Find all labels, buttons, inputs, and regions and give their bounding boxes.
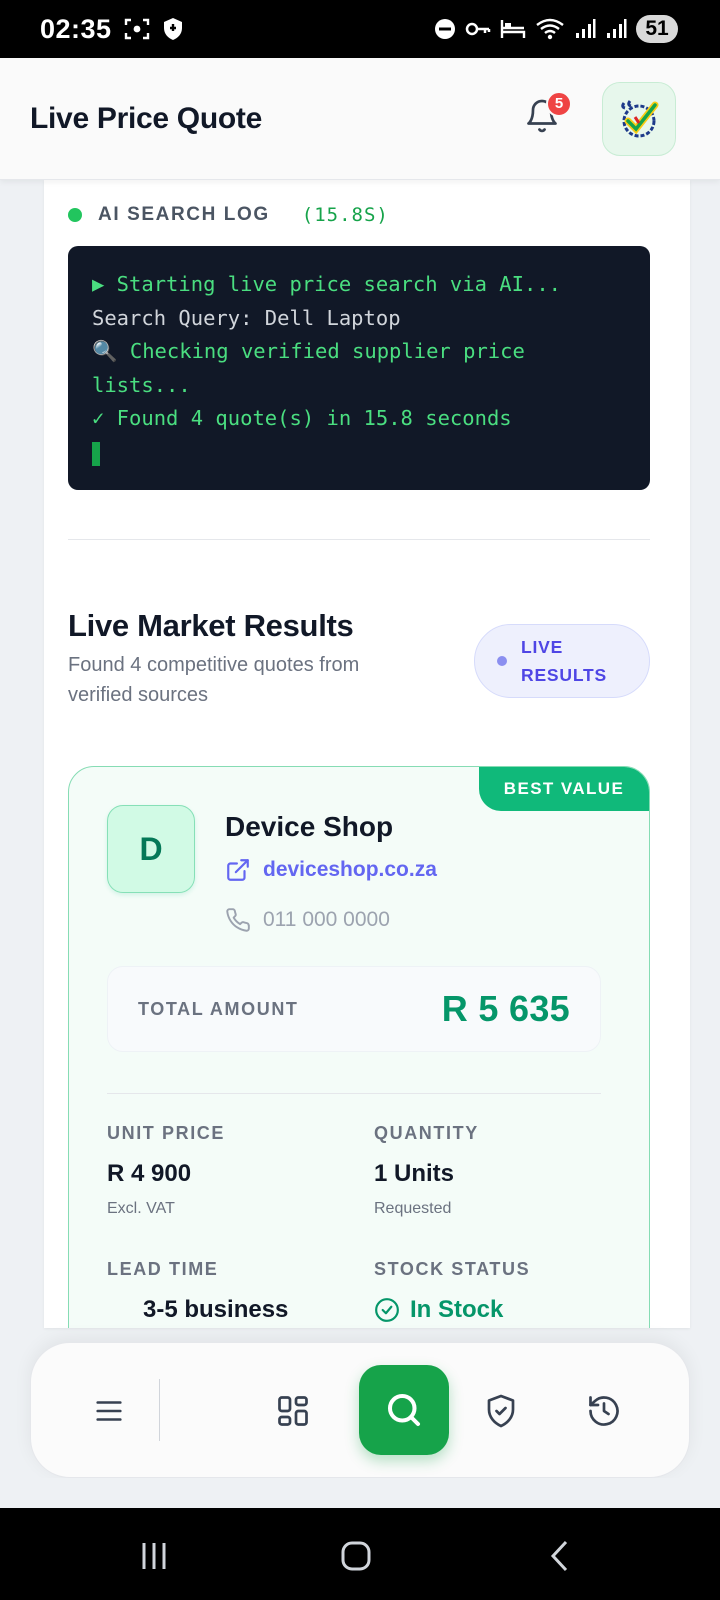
- status-dot: [68, 208, 82, 222]
- nav-dashboard[interactable]: [265, 1383, 321, 1439]
- supplier-phone-link[interactable]: 011 000 0000: [225, 907, 390, 933]
- quantity-note: Requested: [374, 1200, 452, 1217]
- recent-apps-icon: [142, 1543, 166, 1569]
- log-line: Search Query: Dell Laptop: [92, 305, 401, 330]
- divider: [107, 1093, 601, 1094]
- shield-check-icon: [487, 1394, 515, 1428]
- app-logo[interactable]: [602, 81, 676, 156]
- supplier-website: deviceshop.co.za: [263, 858, 437, 881]
- back-button[interactable]: [540, 1536, 580, 1576]
- quantity-value: 1 Units: [374, 1160, 455, 1187]
- live-results-badge: LIVE RESULTS: [474, 624, 650, 698]
- stock-status-label: STOCK STATUS: [374, 1259, 531, 1279]
- quantity-stat: QUANTITY 1 Units Requested: [374, 1123, 479, 1218]
- search-log-header: AI SEARCH LOG (15.8S): [68, 204, 389, 226]
- signal-icon-2: [605, 18, 627, 40]
- nav-history[interactable]: [576, 1383, 632, 1439]
- total-amount-label: TOTAL AMOUNT: [138, 998, 299, 1019]
- signal-icon: [574, 18, 596, 40]
- supplier-name: Device Shop: [225, 811, 394, 842]
- search-icon: [387, 1393, 421, 1427]
- quote-card[interactable]: BEST VALUE D Device Shop deviceshop.co.z…: [68, 766, 650, 1328]
- search-log-terminal: ▶ Starting live price search via AI... S…: [68, 246, 650, 490]
- best-value-badge: BEST VALUE: [479, 767, 649, 811]
- recent-apps-button[interactable]: [134, 1536, 174, 1576]
- status-time: 02:35: [40, 13, 112, 44]
- supplier-phone: 011 000 0000: [263, 908, 390, 931]
- history-icon: [589, 1396, 619, 1426]
- nav-search-button[interactable]: [359, 1365, 449, 1455]
- back-icon: [550, 1540, 568, 1572]
- lead-time-label: LEAD TIME: [107, 1259, 219, 1279]
- results-title: Live Market Results: [68, 608, 354, 643]
- supplier-website-link[interactable]: deviceshop.co.za: [225, 857, 437, 883]
- status-bar: 02:35 51: [0, 0, 720, 58]
- live-dot: [497, 656, 507, 666]
- stock-status-stat: STOCK STATUS In Stock: [374, 1259, 530, 1324]
- search-log-elapsed: (15.8S): [301, 204, 389, 226]
- log-line: ✓ Found 4 quote(s) in 15.8 seconds: [92, 406, 512, 430]
- bottom-nav: [30, 1342, 690, 1478]
- log-line: 🔍 Checking verified supplier price lists…: [92, 339, 538, 397]
- key-icon: [465, 19, 491, 39]
- divider: [68, 539, 650, 540]
- hamburger-menu-icon: [96, 1401, 122, 1421]
- nav-verification[interactable]: [473, 1383, 529, 1439]
- total-amount-box: TOTAL AMOUNT R 5 635: [107, 966, 601, 1052]
- results-subtitle: Found 4 competitive quotes from verified…: [68, 654, 360, 706]
- total-amount-value: R 5 635: [441, 988, 570, 1029]
- nav-separator: [159, 1379, 160, 1441]
- home-icon: [341, 1541, 371, 1571]
- unit-price-note: Excl. VAT: [107, 1200, 175, 1217]
- stock-status-value: In Stock: [410, 1296, 504, 1323]
- system-navigation-bar: [0, 1508, 720, 1600]
- external-link-icon: [227, 859, 249, 881]
- bed-icon: [500, 18, 526, 40]
- search-log-title: AI SEARCH LOG: [98, 204, 270, 225]
- terminal-cursor: [92, 441, 100, 466]
- phone-icon: [226, 908, 250, 932]
- content-card: AI SEARCH LOG (15.8S) ▶ Starting live pr…: [44, 180, 690, 1328]
- screenshot-icon: [124, 17, 150, 41]
- page-title: Live Price Quote: [30, 101, 262, 135]
- live-results-label: LIVE RESULTS: [521, 637, 607, 685]
- wifi-icon: [535, 17, 565, 41]
- unit-price-stat: UNIT PRICE R 4 900 Excl. VAT: [107, 1123, 225, 1218]
- home-button[interactable]: [336, 1536, 376, 1576]
- unit-price-value: R 4 900: [107, 1160, 192, 1187]
- unit-price-label: UNIT PRICE: [107, 1123, 226, 1143]
- notification-badge: 5: [546, 90, 572, 117]
- lead-time-stat: LEAD TIME 3-5 business: [107, 1259, 288, 1324]
- grid-icon: [278, 1396, 308, 1426]
- vpn-shield-icon: [162, 17, 184, 41]
- check-circle-icon: [375, 1298, 399, 1322]
- lead-time-value: 3-5 business: [143, 1296, 289, 1323]
- supplier-avatar: D: [107, 805, 195, 893]
- app-header: Live Price Quote 5: [0, 58, 720, 180]
- menu-button[interactable]: [81, 1383, 137, 1439]
- log-line: ▶ Starting live price search via AI...: [92, 272, 561, 296]
- spacer: [0, 1478, 720, 1508]
- battery-indicator: 51: [636, 15, 678, 43]
- quantity-label: QUANTITY: [374, 1123, 479, 1143]
- checkmark-logo-icon: [621, 99, 659, 137]
- notifications-button[interactable]: 5: [520, 90, 572, 141]
- do-not-disturb-icon: [434, 18, 456, 40]
